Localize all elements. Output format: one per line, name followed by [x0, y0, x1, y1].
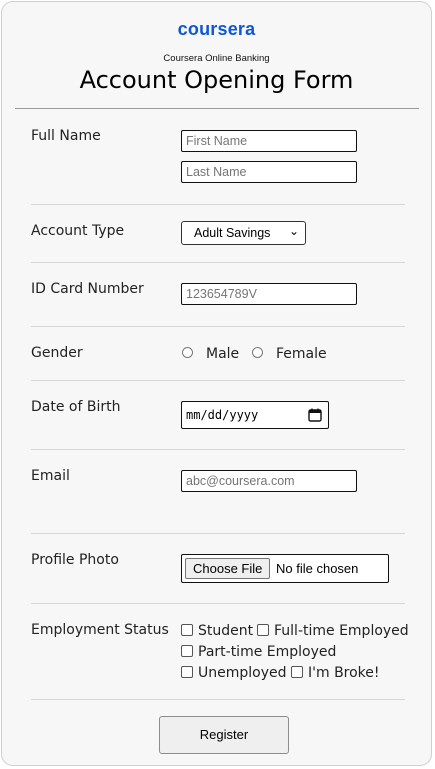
id-card-label: ID Card Number [31, 281, 144, 297]
dob-input[interactable]: mm/dd/yyyy [181, 401, 329, 429]
student-checkbox[interactable] [181, 624, 193, 636]
account-type-value: Adult Savings [194, 226, 271, 240]
dob-label: Date of Birth [31, 399, 121, 415]
page-title: Account Opening Form [79, 66, 354, 94]
calendar-icon[interactable] [308, 408, 322, 422]
section-divider [31, 603, 405, 604]
section-divider [31, 533, 405, 534]
email-input[interactable]: abc@coursera.com [181, 470, 357, 492]
broke-checkbox[interactable] [291, 666, 303, 678]
unemployed-checkbox[interactable] [181, 666, 193, 678]
part-time-checkbox[interactable] [181, 645, 193, 657]
chevron-down-icon: ⌄ [288, 224, 299, 238]
bank-subtitle: Coursera Online Banking [163, 53, 270, 64]
id-card-input[interactable]: 123654789V [181, 283, 357, 305]
section-divider [31, 204, 405, 205]
section-divider [31, 262, 405, 263]
employment-status-label: Employment Status [31, 622, 169, 638]
gender-male-label: Male [206, 346, 240, 362]
section-divider [31, 380, 405, 381]
unemployed-label: Unemployed [198, 665, 287, 681]
account-type-select[interactable]: Adult Savings ⌄ [181, 221, 306, 245]
section-divider [31, 699, 405, 700]
coursera-logo: coursera [177, 19, 256, 39]
header-divider [15, 108, 419, 109]
gender-label: Gender [31, 345, 83, 361]
file-status-text: No file chosen [276, 561, 359, 576]
profile-photo-input[interactable]: Choose File No file chosen [181, 554, 389, 583]
part-time-label: Part-time Employed [198, 644, 337, 660]
section-divider [31, 449, 405, 450]
last-name-input[interactable]: Last Name [181, 161, 357, 183]
student-label: Student [198, 623, 254, 639]
gender-female-radio[interactable] [252, 347, 263, 358]
full-time-checkbox[interactable] [257, 624, 269, 636]
gender-male-radio[interactable] [182, 347, 193, 358]
section-divider [31, 326, 405, 327]
broke-label: I'm Broke! [308, 665, 380, 681]
full-name-label: Full Name [31, 128, 101, 144]
dob-placeholder: mm/dd/yyyy [186, 408, 259, 422]
gender-female-label: Female [276, 346, 327, 362]
email-label: Email [31, 468, 70, 484]
account-type-label: Account Type [31, 223, 125, 239]
first-name-input[interactable]: First Name [181, 130, 357, 152]
choose-file-button[interactable]: Choose File [185, 558, 271, 579]
profile-photo-label: Profile Photo [31, 552, 119, 568]
full-time-label: Full-time Employed [274, 623, 409, 639]
register-button[interactable]: Register [159, 716, 289, 754]
